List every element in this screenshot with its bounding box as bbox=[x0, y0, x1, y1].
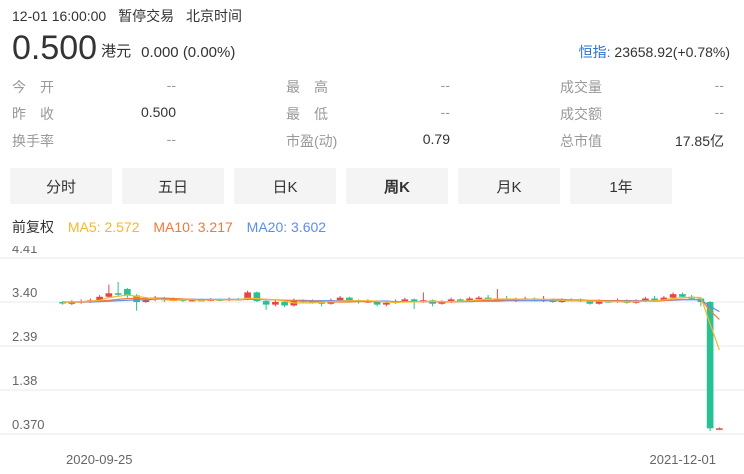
stat-value: -- bbox=[440, 103, 450, 120]
status-line: 12-01 16:00:00 暂停交易 北京时间 bbox=[12, 6, 250, 26]
stats-grid: 今 开 -- 最 高 -- 成交量 -- 昨 收 0.500 最 低 -- 成交额 -- 换… bbox=[12, 73, 724, 154]
x-tick-label: 2021-12-01 bbox=[650, 452, 717, 467]
tab-five-day[interactable]: 五日 bbox=[122, 168, 224, 204]
y-tick-label: 4.41 bbox=[12, 246, 37, 256]
candle-body bbox=[346, 297, 353, 301]
stat-turnover-rate: 换手率 -- bbox=[12, 131, 176, 151]
stat-value: -- bbox=[166, 76, 176, 93]
candle-body bbox=[105, 293, 113, 297]
tab-monthly-k[interactable]: 月K bbox=[458, 168, 560, 204]
tab-one-year[interactable]: 1年 bbox=[570, 168, 672, 204]
candle-body bbox=[679, 294, 686, 297]
currency-label: 港元 bbox=[101, 43, 132, 60]
stat-value: -- bbox=[166, 130, 176, 147]
ma20-label: MA20: 3.602 bbox=[246, 219, 327, 235]
candle-body bbox=[262, 301, 270, 305]
stat-value: -- bbox=[440, 76, 450, 93]
stat-label: 最 高 bbox=[286, 78, 328, 95]
stat-market-cap: 总市值 17.85亿 bbox=[560, 131, 724, 151]
x-tick-label: 2020-09-25 bbox=[66, 452, 133, 467]
y-tick-label: 3.40 bbox=[12, 285, 37, 300]
stat-label: 成交量 bbox=[560, 78, 602, 95]
stat-label: 成交额 bbox=[560, 105, 602, 122]
stat-value: -- bbox=[714, 76, 724, 93]
stat-open: 今 开 -- bbox=[12, 77, 176, 97]
index-value: 23658.92(+0.78%) bbox=[614, 44, 730, 60]
index-name-link[interactable]: 恒指: bbox=[579, 44, 611, 60]
stat-label: 今 开 bbox=[12, 78, 54, 95]
hang-seng-index[interactable]: 恒指: 23658.92(+0.78%) bbox=[579, 42, 730, 62]
stat-value: 0.500 bbox=[140, 103, 176, 120]
candle-body bbox=[336, 297, 344, 301]
stat-low: 最 低 -- bbox=[286, 104, 450, 124]
ma5-line bbox=[62, 294, 720, 351]
price-row: 0.500 港元 0.000 (0.00%) bbox=[12, 30, 235, 66]
ma10-label: MA10: 3.217 bbox=[153, 219, 233, 235]
stat-value: 0.79 bbox=[422, 130, 450, 147]
timezone-label: 北京时间 bbox=[185, 8, 242, 24]
current-price: 0.500 bbox=[12, 29, 98, 67]
stat-value: 17.85亿 bbox=[674, 132, 724, 149]
quote-datetime: 12-01 16:00:00 bbox=[12, 8, 107, 24]
y-tick-label: 2.39 bbox=[12, 329, 37, 344]
period-tabs: 分时 五日 日K 周K 月K 1年 bbox=[10, 168, 682, 204]
stat-turnover: 成交额 -- bbox=[560, 104, 724, 124]
candle-body bbox=[114, 293, 122, 295]
tab-weekly-k[interactable]: 周K bbox=[346, 168, 448, 204]
stats-row: 今 开 -- 最 高 -- 成交量 -- bbox=[12, 73, 724, 100]
price-change: 0.000 (0.00%) bbox=[141, 44, 236, 61]
candle-body bbox=[475, 297, 483, 300]
candle-body bbox=[281, 302, 288, 306]
candle-body bbox=[716, 428, 723, 430]
stat-label: 最 低 bbox=[286, 105, 328, 122]
adjustment-toggle[interactable]: 前复权 bbox=[12, 219, 54, 235]
ma5-label: MA5: 2.572 bbox=[67, 219, 140, 235]
y-tick-label: 1.38 bbox=[12, 373, 37, 388]
stat-value: -- bbox=[714, 103, 724, 120]
stat-label: 换手率 bbox=[12, 132, 54, 149]
stat-label: 昨 收 bbox=[12, 105, 54, 122]
stat-high: 最 高 -- bbox=[286, 77, 450, 97]
candlestick-chart[interactable]: 4.41 3.40 2.39 1.38 0.370 2020-09-25 2021-12-0… bbox=[0, 246, 744, 472]
tab-intraday[interactable]: 分时 bbox=[10, 168, 112, 204]
stat-label: 市盈(动) bbox=[286, 132, 338, 149]
stats-row: 换手率 -- 市盈(动) 0.79 总市值 17.85亿 bbox=[12, 127, 724, 154]
tab-daily-k[interactable]: 日K bbox=[234, 168, 336, 204]
candle-body bbox=[272, 302, 279, 305]
candle-body bbox=[706, 302, 714, 429]
y-tick-label: 0.370 bbox=[12, 417, 45, 432]
trading-state: 暂停交易 bbox=[118, 8, 175, 24]
candle-body bbox=[401, 299, 409, 302]
stat-pe: 市盈(动) 0.79 bbox=[286, 131, 450, 151]
ma-legend: 前复权 MA5: 2.572 MA10: 3.217 MA20: 3.602 bbox=[12, 217, 336, 237]
stats-row: 昨 收 0.500 最 低 -- 成交额 -- bbox=[12, 100, 724, 127]
stat-prev-close: 昨 收 0.500 bbox=[12, 104, 176, 124]
candle-body bbox=[669, 294, 677, 298]
stat-label: 总市值 bbox=[560, 132, 602, 149]
stat-volume: 成交量 -- bbox=[560, 77, 724, 97]
candle-body bbox=[383, 302, 390, 305]
